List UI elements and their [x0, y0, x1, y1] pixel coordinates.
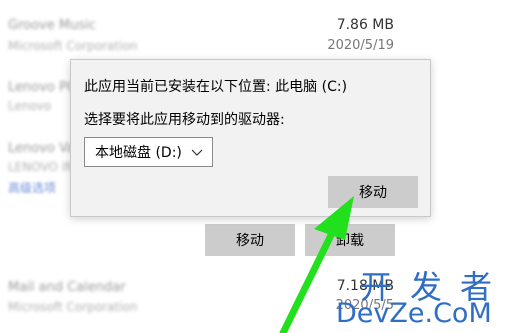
drive-select-value: 本地磁盘 (D:) — [95, 145, 182, 161]
app-name: Mail and Calendar — [8, 280, 126, 295]
install-location-text: 此应用当前已安装在以下位置: 此电脑 (C:) — [84, 79, 348, 95]
app-uninstall-button[interactable]: 卸载 — [305, 224, 395, 256]
drive-select[interactable]: 本地磁盘 (D:) — [84, 137, 213, 167]
choose-drive-label: 选择要将此应用移动到的驱动器: — [84, 112, 285, 128]
move-app-flyout: 此应用当前已安装在以下位置: 此电脑 (C:) 选择要将此应用移动到的驱动器: … — [70, 59, 431, 217]
watermark-logo-en: DevZe.CoM — [336, 298, 492, 329]
app-publisher: Microsoft Corporation — [8, 39, 138, 53]
chevron-down-icon — [191, 149, 203, 156]
app-name: Groove Music — [8, 18, 96, 33]
advanced-options-link[interactable]: 高级选项 — [8, 179, 56, 196]
app-publisher: Lenovo — [8, 99, 52, 113]
app-publisher: Microsoft Corporation — [8, 300, 138, 314]
move-button[interactable]: 移动 — [328, 176, 418, 208]
app-move-button[interactable]: 移动 — [205, 224, 295, 256]
app-size: 7.86 MB — [336, 17, 394, 33]
app-name: Lenovo PC — [8, 80, 76, 95]
app-date: 2020/5/19 — [327, 38, 394, 53]
